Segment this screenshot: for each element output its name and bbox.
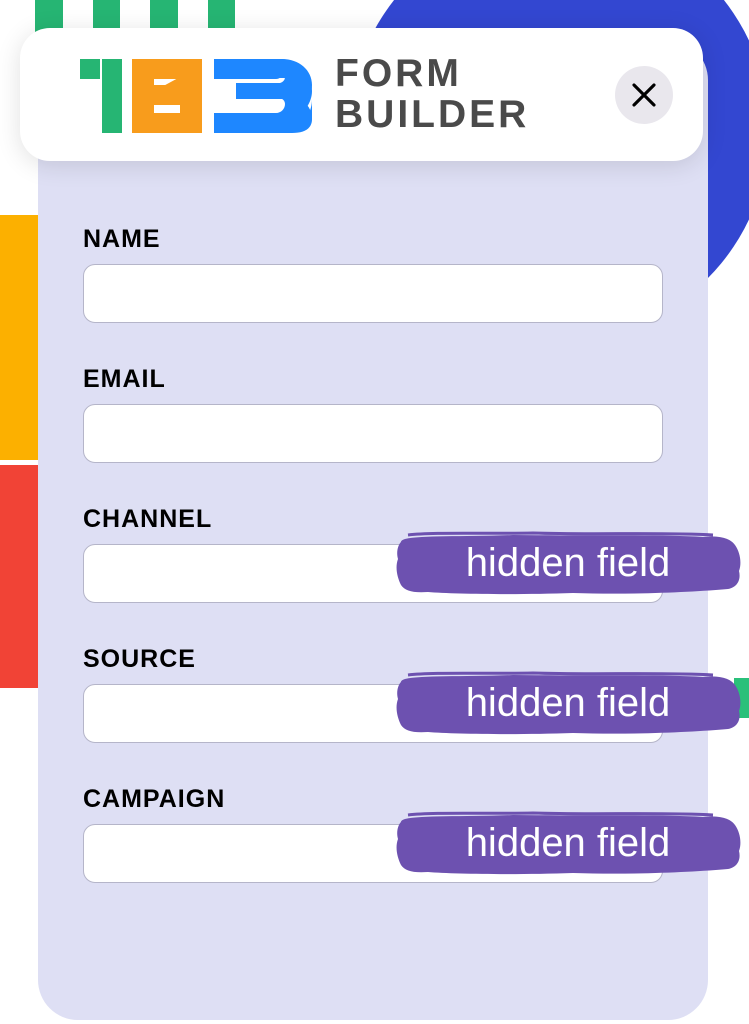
hidden-field-badge-text: hidden field (466, 821, 671, 866)
decorative-red-bar (0, 465, 38, 688)
field-channel: CHANNEL hidden field (83, 505, 663, 603)
hidden-field-badge-text: hidden field (466, 681, 671, 726)
close-icon (629, 80, 659, 110)
decorative-yellow-bar (0, 215, 38, 460)
field-label-name: NAME (83, 225, 663, 254)
hidden-field-badge: hidden field (393, 667, 743, 739)
name-input[interactable] (83, 264, 663, 323)
field-email: EMAIL (83, 365, 663, 463)
brand-text: FORM BUILDER (335, 54, 529, 136)
close-button[interactable] (615, 66, 673, 124)
hidden-field-badge: hidden field (393, 527, 743, 599)
brand-text-line1: FORM (335, 54, 529, 95)
field-label-email: EMAIL (83, 365, 663, 394)
brand-logo: FORM BUILDER (80, 54, 529, 136)
logo-123-icon (80, 55, 315, 135)
form-fields: NAME EMAIL CHANNEL hidden field SOURCE (83, 225, 663, 925)
hidden-field-badge-text: hidden field (466, 541, 671, 586)
hidden-field-badge: hidden field (393, 807, 743, 879)
field-source: SOURCE hidden field (83, 645, 663, 743)
field-campaign: CAMPAIGN hidden field (83, 785, 663, 883)
header-card: FORM BUILDER (20, 28, 703, 161)
email-input[interactable] (83, 404, 663, 463)
field-name: NAME (83, 225, 663, 323)
form-panel: NAME EMAIL CHANNEL hidden field SOURCE (38, 40, 708, 1020)
brand-text-line2: BUILDER (335, 95, 529, 136)
